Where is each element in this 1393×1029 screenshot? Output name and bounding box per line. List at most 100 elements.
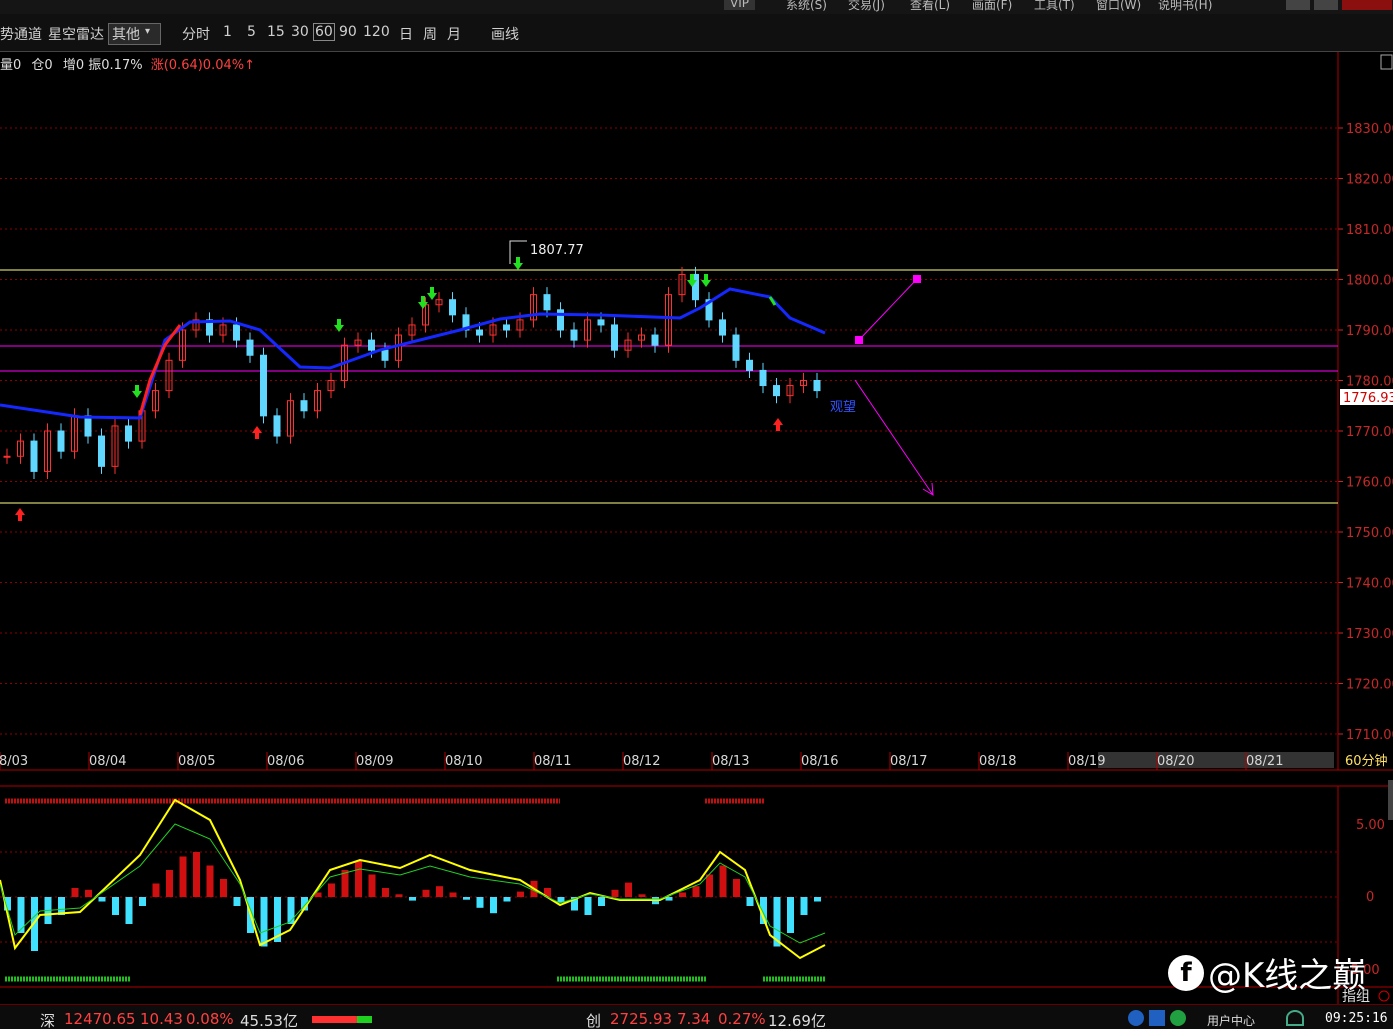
menu-trade[interactable]: 交易(J) xyxy=(848,0,885,13)
candle-body xyxy=(233,324,240,341)
menu-view[interactable]: 查看(L) xyxy=(910,0,950,13)
vip-badge[interactable]: VIP xyxy=(724,0,755,10)
price-tick-12: 1710.00 xyxy=(1346,728,1393,743)
other-dropdown[interactable]: 其他 xyxy=(108,23,161,45)
macd-bar xyxy=(652,897,659,905)
bull-scenario-line xyxy=(858,278,918,341)
macd-bar xyxy=(58,897,65,915)
macd-bar xyxy=(706,874,713,897)
macd-bar xyxy=(71,888,79,897)
candle-body xyxy=(570,329,578,341)
macd-bar xyxy=(746,897,754,906)
close-icon[interactable] xyxy=(1342,0,1392,10)
menu-tools[interactable]: 工具(T) xyxy=(1034,0,1075,13)
buy-arrow-icon xyxy=(15,508,25,521)
draw-lines-button[interactable]: 画线 xyxy=(491,24,519,44)
scrollbar[interactable] xyxy=(1388,780,1393,820)
macd-bar xyxy=(760,897,767,924)
realtime-icon[interactable] xyxy=(1149,1010,1165,1026)
current-price: 1776.93 xyxy=(1343,391,1393,406)
period-5[interactable]: 5 xyxy=(247,24,256,40)
price-tick-5: 1780.00 xyxy=(1346,375,1393,390)
macd-bar xyxy=(260,897,268,947)
period-label[interactable]: 60分钟 xyxy=(1345,753,1388,769)
period-60[interactable]: 60 xyxy=(313,23,335,41)
price-chart[interactable]: 1807.77 观望 1830.00 1820.00 1810.00 1800.00 1… xyxy=(0,52,1393,777)
macd-bar xyxy=(598,897,605,906)
menu-help[interactable]: 说明书(H) xyxy=(1158,0,1212,13)
price-tick-2: 1810.00 xyxy=(1346,223,1393,238)
sz-value: 12470.65 xyxy=(64,1010,136,1028)
add-indicator-icon[interactable] xyxy=(1378,990,1390,1002)
minimize-icon[interactable] xyxy=(1286,0,1310,10)
macd-bar xyxy=(571,897,578,911)
macd-bar xyxy=(193,852,200,897)
macd-bar xyxy=(328,883,335,897)
macd-bar xyxy=(463,897,470,900)
green-trend-segment xyxy=(768,296,777,306)
candle-body xyxy=(503,324,510,331)
menu-system[interactable]: 系统(S) xyxy=(786,0,827,13)
candle-body xyxy=(449,299,456,316)
period-30[interactable]: 30 xyxy=(291,24,309,40)
price-tick-7: 1760.00 xyxy=(1346,476,1393,491)
period-month[interactable]: 月 xyxy=(447,24,461,44)
buy-arrow-icon xyxy=(773,418,783,431)
macd-bar xyxy=(152,883,160,897)
period-1[interactable]: 1 xyxy=(223,24,232,40)
macd-bar xyxy=(787,897,794,933)
chevron-down-icon: ▾ xyxy=(145,26,151,37)
macd-bar xyxy=(98,897,106,902)
price-tick-4: 1790.00 xyxy=(1346,324,1393,339)
macd-bar xyxy=(220,879,227,897)
buy-arrow-icon xyxy=(252,426,262,439)
menu-screen[interactable]: 画面(F) xyxy=(972,0,1012,13)
candle-body xyxy=(57,430,65,452)
price-tick-1: 1820.00 xyxy=(1346,173,1393,188)
period-week[interactable]: 周 xyxy=(423,24,437,44)
period-120[interactable]: 120 xyxy=(363,24,390,40)
period-15[interactable]: 15 xyxy=(267,24,285,40)
macd-bar xyxy=(139,897,146,906)
date-label-2: 08/05 xyxy=(178,754,215,769)
macd-bar xyxy=(166,870,173,897)
dollar-icon[interactable] xyxy=(1128,1010,1144,1026)
refresh-icon[interactable] xyxy=(1170,1010,1186,1026)
chart-expand-icon[interactable] xyxy=(1380,54,1393,70)
candle-body xyxy=(732,334,740,361)
user-center-link[interactable]: 用户中心 xyxy=(1207,1012,1255,1029)
candle-body xyxy=(300,400,308,412)
period-90[interactable]: 90 xyxy=(339,24,357,40)
macd-bar xyxy=(85,889,92,897)
candle-body xyxy=(813,380,821,392)
macd-bar xyxy=(584,897,592,915)
tab-trend-channel[interactable]: 势通道 xyxy=(0,24,42,44)
menu-window[interactable]: 窗口(W) xyxy=(1096,0,1141,13)
facebook-icon: f xyxy=(1168,954,1204,991)
period-fenshi[interactable]: 分时 xyxy=(182,24,210,44)
period-day[interactable]: 日 xyxy=(399,24,413,44)
toolbar: 势通道 星空雷达 其他 ▾ 分时 1 5 15 30 60 90 120 日 周… xyxy=(0,14,1393,52)
ind-tick-5: 5.00 xyxy=(1356,818,1385,833)
candle-body xyxy=(719,319,726,336)
candle-body xyxy=(125,425,132,442)
macd-bar xyxy=(422,889,430,897)
macd-bar xyxy=(490,897,497,914)
candle-body xyxy=(611,324,618,351)
macd-bar xyxy=(476,897,484,908)
date-label-4: 08/09 xyxy=(356,754,393,769)
candle-body xyxy=(246,339,254,356)
tab-star-radar[interactable]: 星空雷达 xyxy=(48,24,104,44)
sell-arrow-icon xyxy=(132,385,142,398)
bull-start-marker xyxy=(855,336,863,344)
sell-arrow-icon xyxy=(418,296,428,309)
bull-target-marker xyxy=(913,275,921,283)
candle-body xyxy=(260,354,267,417)
macd-bar xyxy=(382,888,389,897)
macd-bar xyxy=(274,897,281,942)
candle-body xyxy=(759,369,767,387)
maximize-icon[interactable] xyxy=(1314,0,1338,10)
sell-arrow-icon xyxy=(513,257,523,270)
date-label-11: 08/18 xyxy=(979,754,1016,769)
date-label-9: 08/16 xyxy=(801,754,838,769)
